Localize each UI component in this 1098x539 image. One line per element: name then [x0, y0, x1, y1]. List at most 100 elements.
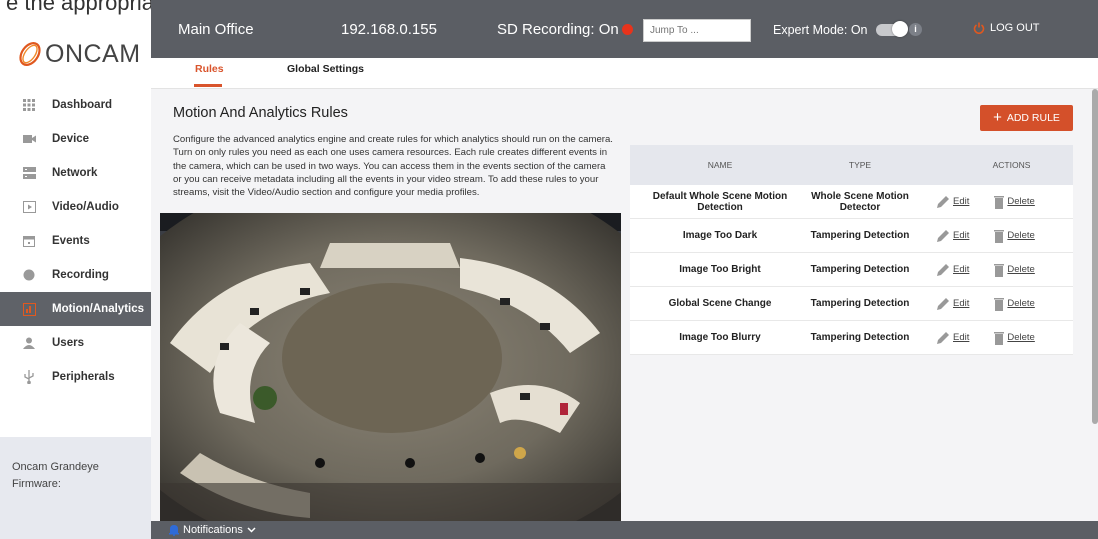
- expert-mode-label: Expert Mode: On: [773, 23, 868, 37]
- header-name: NAME: [707, 160, 733, 170]
- rule-name: Image Too Dark: [682, 230, 758, 241]
- rule-name: Global Scene Change: [668, 298, 772, 309]
- tab-rules[interactable]: Rules: [195, 63, 224, 75]
- record-icon: [22, 268, 36, 282]
- sidebar-item-motion-analytics[interactable]: Motion/Analytics: [0, 292, 151, 326]
- rule-name: Default Whole Scene Motion Detection: [652, 190, 788, 213]
- delete-label: Delete: [1007, 264, 1035, 275]
- camera-preview[interactable]: [160, 213, 621, 521]
- plus-icon: +: [993, 109, 1002, 126]
- rule-type: Whole Scene Motion Detector: [811, 190, 909, 213]
- sd-recording-status: SD Recording: On: [497, 21, 633, 38]
- delete-button[interactable]: Delete: [994, 331, 1035, 345]
- notifications-bar: Notifications: [151, 521, 1098, 539]
- rule-actions: Edit Delete: [910, 195, 1073, 209]
- sidebar-item-video-audio[interactable]: Video/Audio: [0, 190, 151, 224]
- table-row: Image Too Blurry Tampering Detection Edi…: [630, 321, 1073, 355]
- grid-icon: [22, 98, 36, 112]
- logo: ONCAM: [18, 34, 141, 74]
- edit-label: Edit: [953, 332, 970, 343]
- top-text-fragment: e the appropriate permissions: [6, 0, 151, 15]
- table-row: Image Too Bright Tampering Detection Edi…: [630, 253, 1073, 287]
- sidebar-item-device[interactable]: Device: [0, 122, 151, 156]
- chevron-down-icon: [247, 527, 256, 533]
- delete-button[interactable]: Delete: [994, 263, 1035, 277]
- sidebar-item-network[interactable]: Network: [0, 156, 151, 190]
- notifications-toggle[interactable]: Notifications: [169, 524, 256, 536]
- header-actions: ACTIONS: [992, 160, 1031, 170]
- sidebar-item-users[interactable]: Users: [0, 326, 151, 360]
- expert-mode-toggle[interactable]: [876, 21, 908, 37]
- table-header: NAME TYPE ACTIONS: [630, 145, 1073, 185]
- tab-global-settings[interactable]: Global Settings: [287, 63, 364, 75]
- table-row: Global Scene Change Tampering Detection …: [630, 287, 1073, 321]
- table-row: Image Too Dark Tampering Detection Edit …: [630, 219, 1073, 253]
- rule-type: Tampering Detection: [810, 298, 910, 309]
- location-label: Main Office: [178, 21, 254, 38]
- sidebar-item-recording[interactable]: Recording: [0, 258, 151, 292]
- add-rule-button[interactable]: + ADD RULE: [980, 105, 1073, 131]
- sidebar-item-peripherals[interactable]: Peripherals: [0, 360, 151, 394]
- page-scrollbar[interactable]: [1092, 89, 1098, 424]
- page-description: Configure the advanced analytics engine …: [173, 134, 613, 199]
- header-type: TYPE: [848, 160, 872, 170]
- pencil-icon: [937, 195, 949, 208]
- top-bar: Main Office 192.168.0.155 SD Recording: …: [151, 0, 1098, 58]
- trash-icon: [994, 195, 1005, 209]
- sidebar-item-label: Events: [52, 235, 90, 247]
- rule-type: Tampering Detection: [810, 230, 910, 241]
- app-root: e the appropriate permissions ONCAM Dash…: [0, 0, 1098, 539]
- edit-button[interactable]: Edit: [936, 229, 969, 243]
- rule-actions: Edit Delete: [910, 229, 1073, 243]
- tab-bar: Rules Global Settings: [151, 58, 1098, 89]
- delete-label: Delete: [1007, 196, 1035, 207]
- sidebar-item-label: Device: [52, 133, 90, 145]
- bell-icon: [169, 525, 179, 536]
- analytics-icon: [22, 302, 36, 316]
- delete-button[interactable]: Delete: [994, 229, 1035, 243]
- delete-button[interactable]: Delete: [994, 297, 1035, 311]
- edit-button[interactable]: Edit: [936, 331, 969, 345]
- pencil-icon: [937, 229, 949, 242]
- jump-to-input[interactable]: [643, 19, 751, 42]
- logout-label: LOG OUT: [990, 22, 1040, 34]
- sidebar-item-label: Motion/Analytics: [52, 303, 145, 315]
- sidebar-item-dashboard[interactable]: Dashboard: [0, 88, 151, 122]
- trash-icon: [994, 263, 1005, 277]
- edit-label: Edit: [953, 298, 970, 309]
- sidebar-item-events[interactable]: Events: [0, 224, 151, 258]
- rule-actions: Edit Delete: [910, 263, 1073, 277]
- sidebar: ONCAM Dashboard Device Network Video/Aud…: [0, 16, 151, 539]
- table-row: Default Whole Scene Motion Detection Who…: [630, 185, 1073, 219]
- delete-button[interactable]: Delete: [994, 195, 1035, 209]
- fisheye-office-image: [160, 213, 621, 521]
- rules-table: NAME TYPE ACTIONS Default Whole Scene Mo…: [630, 145, 1073, 355]
- edit-label: Edit: [953, 264, 970, 275]
- network-icon: [22, 166, 36, 180]
- rule-actions: Edit Delete: [910, 297, 1073, 311]
- sd-recording-label: SD Recording: On: [497, 21, 619, 38]
- sidebar-nav: Dashboard Device Network Video/Audio Eve…: [0, 88, 151, 394]
- rule-type: Tampering Detection: [810, 264, 910, 275]
- rule-type: Tampering Detection: [810, 332, 910, 343]
- page-title: Motion And Analytics Rules: [173, 105, 348, 121]
- sidebar-item-label: Network: [52, 167, 98, 179]
- sidebar-item-label: Peripherals: [52, 371, 115, 383]
- calendar-icon: [22, 234, 36, 248]
- sidebar-item-label: Users: [52, 337, 84, 349]
- trash-icon: [994, 229, 1005, 243]
- toggle-knob: [892, 21, 908, 37]
- edit-button[interactable]: Edit: [936, 195, 969, 209]
- info-icon[interactable]: i: [909, 23, 922, 36]
- power-icon: [973, 22, 985, 34]
- rule-name: Image Too Bright: [679, 264, 761, 275]
- usb-icon: [22, 370, 36, 384]
- sidebar-item-label: Recording: [52, 269, 109, 281]
- logout-button[interactable]: LOG OUT: [973, 22, 1040, 34]
- trash-icon: [994, 331, 1005, 345]
- recording-dot-icon: [621, 24, 633, 35]
- main-content: Motion And Analytics Rules Configure the…: [151, 89, 1098, 521]
- edit-button[interactable]: Edit: [936, 297, 969, 311]
- delete-label: Delete: [1007, 298, 1035, 309]
- edit-button[interactable]: Edit: [936, 263, 969, 277]
